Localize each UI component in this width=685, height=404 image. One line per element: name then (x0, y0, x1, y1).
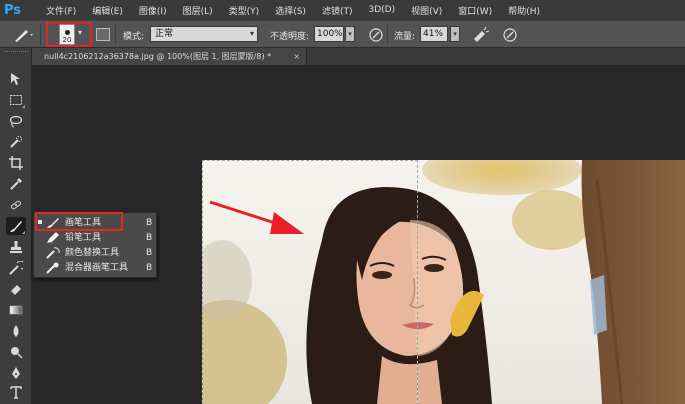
mode-label: 模式: (123, 32, 145, 42)
separator (40, 25, 41, 45)
lasso-icon (9, 115, 23, 128)
chevron-down-icon: ▾ (249, 29, 254, 38)
opacity-input[interactable]: 100% (314, 26, 344, 42)
annotation-arrow-icon (209, 200, 304, 234)
gradient-icon (9, 305, 23, 315)
pen-icon (12, 367, 20, 379)
flyout-item-shortcut: B (146, 248, 153, 258)
dodge-icon (11, 347, 23, 359)
flyout-item-label: 颜色替换工具 (65, 248, 120, 258)
menu-select[interactable]: 选择(S) (267, 4, 314, 17)
brush-panel-toggle-icon[interactable] (96, 28, 110, 41)
type-icon (10, 386, 22, 399)
pen-tool[interactable] (6, 364, 26, 382)
clone-stamp-tool[interactable] (6, 238, 26, 256)
document-tab-title: null4c2106212a36378a.jpg @ 100%(图层 1, 图层… (44, 52, 272, 61)
flyout-item-pencil[interactable]: 铅笔工具 B (34, 231, 156, 245)
airbrush-icon[interactable] (472, 26, 490, 46)
flow-label: 流量: (394, 32, 416, 42)
menu-help[interactable]: 帮助(H) (500, 4, 548, 17)
flyout-item-color-replacement[interactable]: 颜色替换工具 B (34, 246, 156, 260)
separator (387, 25, 388, 45)
mixer-brush-icon (46, 262, 60, 279)
pressure-size-icon[interactable] (502, 27, 518, 46)
eyedropper-tool[interactable] (6, 175, 26, 193)
flyout-item-shortcut: B (146, 263, 153, 273)
menu-layer[interactable]: 图层(L) (175, 4, 221, 17)
mode-value: 正常 (155, 29, 174, 39)
menu-view[interactable]: 视图(V) (403, 4, 450, 17)
eyedropper-icon (10, 177, 23, 190)
flyout-item-label: 铅笔工具 (65, 233, 102, 243)
tools-panel (0, 48, 32, 404)
history-brush-icon (9, 261, 23, 275)
menu-window[interactable]: 窗口(W) (450, 4, 500, 17)
close-icon[interactable]: × (293, 48, 300, 65)
move-tool[interactable] (6, 70, 26, 88)
menu-filter[interactable]: 滤镜(T) (314, 4, 361, 17)
opacity-slider-toggle[interactable]: ▾ (345, 26, 355, 42)
highlight-box-brush-tool (35, 212, 123, 231)
flow-input[interactable]: 41% (420, 26, 448, 42)
marquee-icon (10, 95, 22, 105)
healing-tool[interactable] (6, 196, 26, 214)
flyout-item-mixer-brush[interactable]: 混合器画笔工具 B (34, 261, 156, 275)
photoshop-logo: Ps (4, 2, 22, 18)
opacity-label: 不透明度: (270, 32, 310, 42)
eraser-icon (11, 285, 21, 295)
history-brush-tool[interactable] (6, 259, 26, 277)
blur-tool[interactable] (6, 322, 26, 340)
flyout-item-shortcut: B (146, 233, 153, 243)
highlight-box-brush-size (46, 22, 92, 47)
healing-icon (11, 200, 21, 210)
quick-select-icon (10, 136, 22, 148)
blur-icon (13, 325, 19, 337)
flyout-item-shortcut: B (146, 218, 153, 228)
tool-preset-picker[interactable] (10, 26, 36, 44)
brush-preset-icon (15, 30, 33, 42)
dodge-tool[interactable] (6, 343, 26, 361)
options-bar: 20 ▾ 模式: 正常 ▾ 不透明度: 100% ▾ 流量: 41% ▾ (0, 20, 685, 48)
mode-select[interactable]: 正常 ▾ (150, 26, 258, 42)
clone-stamp-icon (10, 241, 22, 253)
quick-select-tool[interactable] (6, 133, 26, 151)
type-tool[interactable] (6, 383, 26, 401)
eraser-tool[interactable] (6, 280, 26, 298)
crop-icon (9, 156, 23, 170)
pressure-opacity-icon[interactable] (368, 27, 384, 46)
move-icon (11, 73, 20, 85)
brush-icon (10, 221, 22, 232)
lasso-tool[interactable] (6, 112, 26, 130)
separator (115, 25, 116, 45)
menu-image[interactable]: 图像(I) (131, 4, 175, 17)
menu-file[interactable]: 文件(F) (38, 4, 84, 17)
flyout-item-label: 混合器画笔工具 (65, 263, 129, 273)
gradient-tool[interactable] (6, 301, 26, 319)
document-tab[interactable]: null4c2106212a36378a.jpg @ 100%(图层 1, 图层… (32, 48, 307, 65)
crop-tool[interactable] (6, 154, 26, 172)
brush-tool[interactable] (6, 217, 26, 235)
flow-slider-toggle[interactable]: ▾ (450, 26, 460, 42)
marquee-tool[interactable] (6, 91, 26, 109)
menu-edit[interactable]: 编辑(E) (84, 4, 131, 17)
menu-3d[interactable]: 3D(D) (360, 5, 403, 15)
menu-type[interactable]: 类型(Y) (221, 4, 268, 17)
panel-grip[interactable] (4, 51, 28, 54)
document-tab-bar: null4c2106212a36378a.jpg @ 100%(图层 1, 图层… (32, 48, 685, 65)
menu-bar: Ps 文件(F) 编辑(E) 图像(I) 图层(L) 类型(Y) 选择(S) 滤… (0, 0, 685, 20)
